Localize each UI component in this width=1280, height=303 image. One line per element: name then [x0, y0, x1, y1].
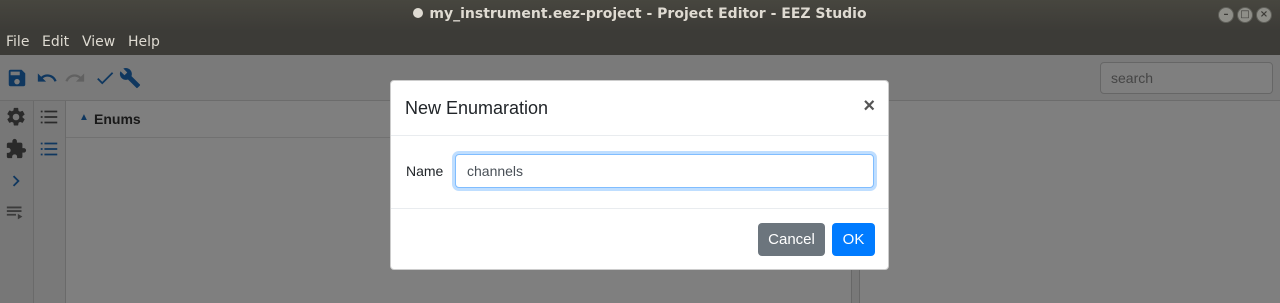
close-window-icon[interactable]: ×	[1256, 7, 1272, 23]
dialog-title: New Enumaration	[405, 98, 549, 118]
menu-file[interactable]: File	[6, 34, 29, 50]
new-enumeration-dialog: New Enumaration × Name Cancel OK	[390, 80, 889, 270]
cancel-button[interactable]: Cancel	[758, 223, 825, 256]
window-titlebar: my_instrument.eez-project - Project Edit…	[0, 0, 1280, 31]
window-title: my_instrument.eez-project - Project Edit…	[429, 6, 867, 22]
menu-help[interactable]: Help	[128, 34, 160, 50]
dialog-header: New Enumaration ×	[391, 81, 888, 136]
maximize-icon[interactable]: □	[1237, 7, 1253, 23]
window-title-wrap: my_instrument.eez-project - Project Edit…	[0, 6, 1280, 22]
dialog-body: Name	[391, 136, 888, 209]
name-input[interactable]	[455, 154, 874, 188]
menu-edit[interactable]: Edit	[42, 34, 69, 50]
name-label: Name	[406, 163, 444, 179]
ok-button[interactable]: OK	[832, 223, 875, 256]
menu-bar: File Edit View Help	[0, 31, 1280, 55]
menu-view[interactable]: View	[82, 34, 115, 50]
minimize-icon[interactable]: –	[1218, 7, 1234, 23]
unsaved-dot-icon	[413, 8, 424, 18]
close-icon[interactable]: ×	[863, 95, 875, 118]
